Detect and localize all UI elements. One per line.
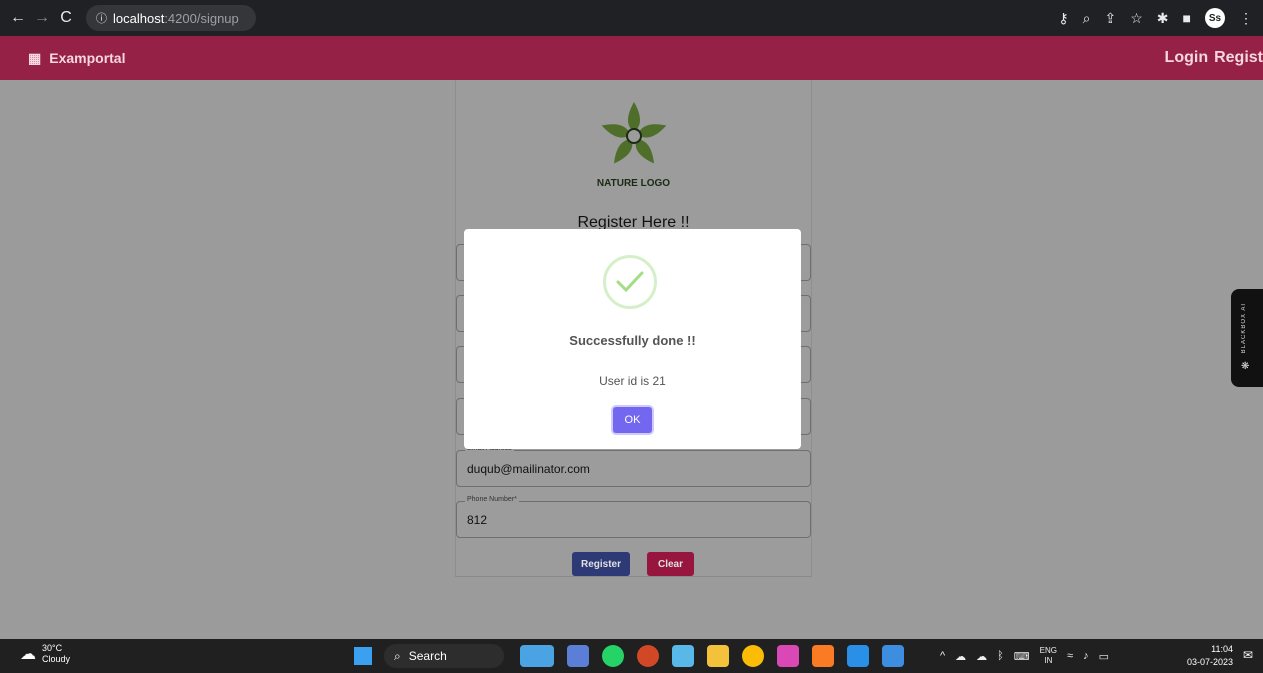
phone-label: Phone Number* [465,496,519,503]
success-dialog: Successfully done !! User id is 21 OK [464,229,801,449]
powerpoint-icon[interactable] [637,645,659,667]
cloud-icon: ☁ [20,646,36,663]
clear-button[interactable]: Clear [647,552,694,576]
menu-kebab-icon[interactable]: ⋮ [1239,10,1253,27]
blackbox-ai-label: BLACKBOX AI [1241,303,1247,354]
photos-app-icon[interactable] [882,645,904,667]
weather-widget[interactable]: ☁ 30°C Cloudy [20,643,70,665]
windows-start-icon[interactable] [354,647,372,665]
bluetooth-icon[interactable]: ᛒ [997,650,1004,662]
notepad-icon[interactable] [672,645,694,667]
book-icon: ▦ [28,49,42,66]
register-button[interactable]: Register [572,552,630,576]
search-icon: ⌕ [394,648,401,663]
blackbox-ai-tab[interactable]: BLACKBOX AI ❋ [1231,289,1263,387]
clock[interactable]: 11:04 03-07-2023 [1187,643,1233,669]
nature-logo-icon [601,102,667,164]
ok-button[interactable]: OK [613,407,652,433]
key-icon[interactable]: ⚷ [1058,10,1068,27]
app-navbar: ▦ Examportal Login Regist [0,36,1263,80]
email-field[interactable]: Email Address duqub@mailinator.com [456,445,811,487]
xampp-icon[interactable] [812,645,834,667]
reload-icon[interactable]: C [54,9,78,27]
phone-value: 812 [467,513,488,527]
phone-field[interactable]: Phone Number* 812 [456,496,811,538]
zoom-icon[interactable]: ⌕ [1083,10,1091,27]
cloud-sync-icon[interactable]: ☁ [976,650,987,663]
notes-app-icon[interactable] [567,645,589,667]
dialog-title: Successfully done !! [569,333,696,348]
bookmark-star-icon[interactable]: ☆ [1130,10,1143,27]
brand-name: Examportal [49,50,126,66]
language-top: ENG [1039,646,1058,655]
chrome-icon[interactable] [742,645,764,667]
whatsapp-icon[interactable] [602,645,624,667]
back-icon[interactable]: ← [6,9,30,27]
url-path: :4200/signup [164,10,239,26]
chevron-up-icon[interactable]: ^ [940,650,945,662]
logo-caption: NATURE LOGO [596,178,671,189]
taskbar: ☁ 30°C Cloudy ⌕ Search ^ ☁ ☁ ᛒ ⌨ ENG IN … [0,639,1263,673]
blackbox-ai-icon: ❋ [1241,361,1250,372]
temperature: 30°C [42,643,63,653]
dialog-message: User id is 21 [599,374,666,388]
browser-toolbar: ← → C ⓘ localhost:4200/signup ⚷ ⌕ ⇪ ☆ ✱ … [0,0,1263,36]
success-check-icon [603,255,657,309]
address-bar[interactable]: ⓘ localhost:4200/signup [86,5,256,31]
onedrive-icon[interactable]: ☁ [955,650,966,663]
vscode-icon[interactable] [847,645,869,667]
intellij-icon[interactable] [777,645,799,667]
email-value: duqub@mailinator.com [467,462,590,476]
widgets-app-icon[interactable] [520,645,554,667]
profile-avatar[interactable]: Ss [1205,8,1225,28]
weather-condition: Cloudy [42,654,71,664]
share-icon[interactable]: ⇪ [1105,10,1117,27]
volume-icon[interactable]: ♪ [1083,650,1089,662]
taskbar-search[interactable]: ⌕ Search [384,644,504,668]
forward-icon[interactable]: → [30,9,54,27]
brand[interactable]: ▦ Examportal [28,50,125,67]
battery-icon[interactable]: ▭ [1099,650,1109,663]
keyboard-icon[interactable]: ⌨ [1014,650,1030,663]
nav-register-link[interactable]: Regist [1214,49,1263,67]
language-bottom: IN [1044,656,1053,665]
system-tray: ^ ☁ ☁ ᛒ ⌨ ENG IN ≈ ♪ ▭ [940,639,1109,673]
search-label: Search [408,649,447,663]
clock-date: 03-07-2023 [1186,657,1233,667]
url-host: localhost [113,10,165,26]
extensions-icon[interactable]: ✱ [1157,10,1169,27]
nav-login-link[interactable]: Login [1165,49,1209,67]
language-indicator[interactable]: ENG IN [1040,646,1057,666]
file-explorer-icon[interactable] [707,645,729,667]
side-panel-icon[interactable]: ■ [1183,10,1191,26]
notification-icon[interactable]: ✉ [1243,648,1253,662]
wifi-icon[interactable]: ≈ [1067,650,1073,662]
info-icon[interactable]: ⓘ [96,10,107,26]
clock-time: 11:04 [1211,644,1233,654]
